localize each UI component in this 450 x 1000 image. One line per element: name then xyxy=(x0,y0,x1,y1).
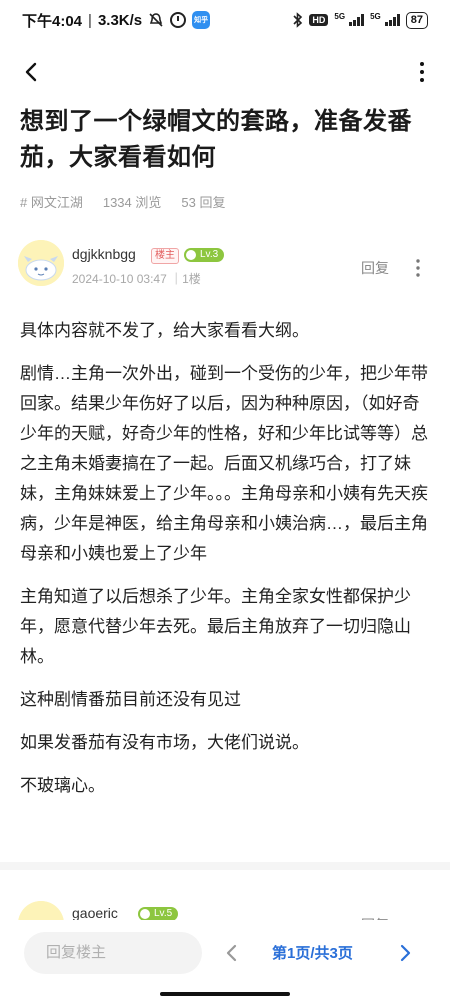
page-indicator[interactable]: 第1页/共3页 xyxy=(272,942,353,963)
bottom-bar: 回复楼主 第1页/共3页 xyxy=(0,920,450,1000)
post-date: 2024-10-10 03:47 ｜1楼 xyxy=(72,272,201,286)
nav-bar xyxy=(0,52,450,92)
post-body: 具体内容就不发了，给大家看看大纲。 剧情…主角一次外出，碰到一个受伤的少年，把少… xyxy=(20,316,436,814)
post-paragraph: 具体内容就不发了，给大家看看大纲。 xyxy=(20,321,309,340)
level-badge: Lv.3 xyxy=(184,248,225,262)
post-tag[interactable]: # 网文江湖 xyxy=(20,192,83,211)
status-separator: | xyxy=(88,11,92,29)
network-speed: 3.3K/s xyxy=(97,11,143,29)
back-arrow-icon[interactable] xyxy=(20,60,44,84)
level-icon xyxy=(140,909,150,919)
post-paragraph: 剧情…主角一次外出，碰到一个受伤的少年，把少年带回家。结果少年伤好了以后，因为种… xyxy=(20,364,428,563)
reply-count: 53 回复 xyxy=(181,195,226,210)
post-more-icon[interactable] xyxy=(414,258,422,278)
status-time: 下午4:04 xyxy=(22,12,83,30)
signal-icon-1 xyxy=(349,14,365,26)
home-indicator[interactable] xyxy=(160,992,290,996)
post-paragraph: 不玻璃心。 xyxy=(20,776,105,795)
alarm-icon xyxy=(170,12,187,28)
status-bar: 下午4:04 | 3.3K/s 知乎 HD 5G 5G 87 xyxy=(0,0,450,40)
owner-badge: 楼主 xyxy=(151,248,179,264)
signal-icon-2 xyxy=(384,14,400,26)
level-label: Lv.3 xyxy=(200,249,219,260)
status-left: 下午4:04 | 3.3K/s 知乎 xyxy=(22,10,211,31)
reply-button[interactable]: 回复 xyxy=(361,258,389,278)
view-count: 1334 浏览 xyxy=(102,195,162,210)
mute-icon xyxy=(149,13,163,27)
level-label: Lv.5 xyxy=(154,908,173,919)
bluetooth-icon xyxy=(293,12,303,28)
post-meta: # 网文江湖 1334 浏览 53 回复 xyxy=(20,192,225,211)
author-row: dgjkknbgg 楼主 Lv.3 2024-10-10 03:47 ｜1楼 回… xyxy=(18,238,438,296)
post-paragraph: 如果发番茄有没有市场，大佬们说说。 xyxy=(20,733,309,752)
post-title: 想到了一个绿帽文的套路，准备发番茄，大家看看如何 xyxy=(20,108,412,171)
previous-page-icon[interactable] xyxy=(222,942,242,964)
avatar[interactable] xyxy=(18,240,64,286)
level-badge: Lv.5 xyxy=(138,907,179,921)
battery-icon: 87 xyxy=(405,11,428,29)
reply-input[interactable]: 回复楼主 xyxy=(24,932,202,974)
level-icon xyxy=(186,250,196,260)
signal-5g-label-2: 5G xyxy=(370,11,381,21)
hd-badge: HD xyxy=(309,14,329,26)
status-right: HD 5G 5G 87 xyxy=(293,11,428,29)
section-divider xyxy=(0,862,450,870)
post-paragraph: 主角知道了以后想杀了少年。主角全家女性都保护少年，愿意代替少年去死。最后主角放弃… xyxy=(20,587,411,666)
author-name[interactable]: gaoeric xyxy=(72,905,118,921)
next-page-icon[interactable] xyxy=(395,942,415,964)
more-options-icon[interactable] xyxy=(410,60,434,84)
signal-5g-label-1: 5G xyxy=(334,11,346,21)
zhihu-app-icon: 知乎 xyxy=(192,11,211,29)
post-paragraph: 这种剧情番茄目前还没有见过 xyxy=(20,690,241,709)
author-name[interactable]: dgjkknbgg xyxy=(72,246,136,262)
